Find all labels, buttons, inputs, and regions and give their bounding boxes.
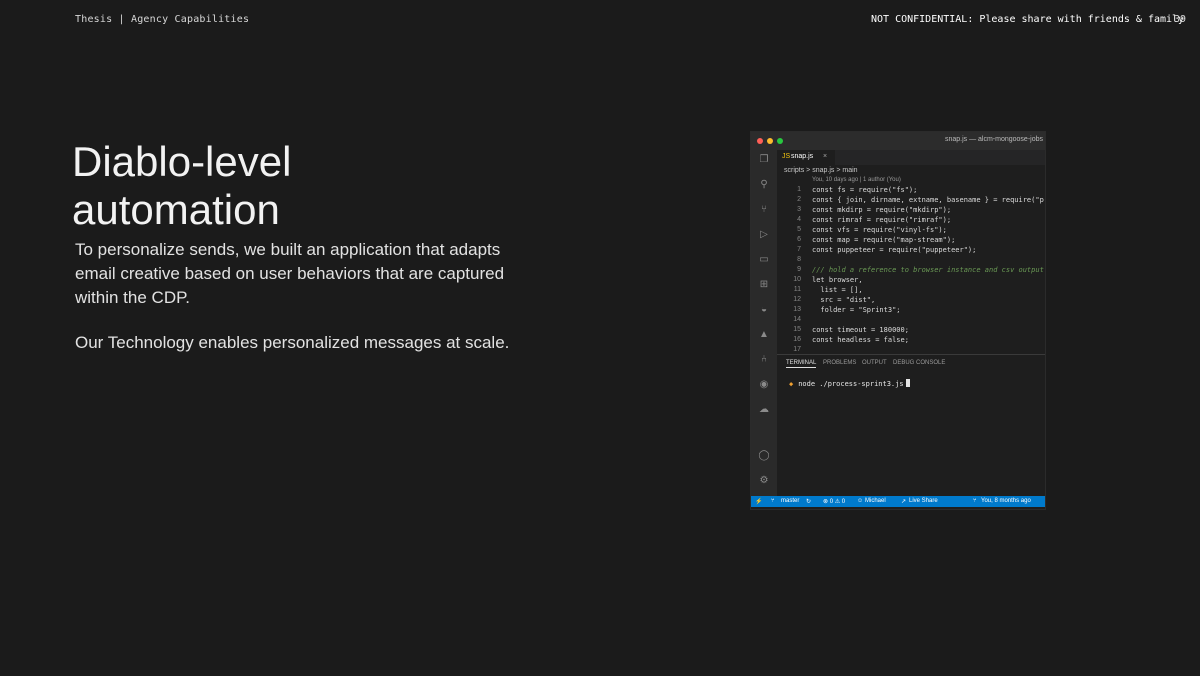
code-comment-line: /// hold a reference to browser instance… xyxy=(812,266,1044,274)
code-line: const map = require("map-stream"); xyxy=(812,236,956,244)
line-number: 11 xyxy=(793,286,801,293)
line-number: 10 xyxy=(793,276,801,283)
files-icon: ❐ xyxy=(759,154,769,165)
slide-title-line2: automation xyxy=(72,186,280,233)
status-user: Michael xyxy=(865,498,886,504)
slide-title: Diablo-level automation xyxy=(72,138,492,234)
window-title: snap.js — alcm-mongoose-jobs xyxy=(944,136,1043,143)
search-icon: ⚲ xyxy=(760,179,768,190)
code-line: const fs = require("fs"); xyxy=(812,186,918,194)
line-number: 8 xyxy=(797,256,801,263)
body-paragraph-1: To personalize sends, we built an applic… xyxy=(75,240,505,307)
tab-debug-console: DEBUG CONSOLE xyxy=(893,360,946,366)
status-blame-icon: ⑂ xyxy=(973,498,977,504)
line-number: 12 xyxy=(793,296,801,303)
line-number: 15 xyxy=(793,326,801,333)
sync-icon: ↻ xyxy=(806,499,812,505)
code-line: list = [], xyxy=(812,286,863,294)
header-left-label: Thesis | Agency Capabilities xyxy=(75,14,250,25)
source-control-icon: ⑂ xyxy=(761,204,767,215)
line-number: 5 xyxy=(797,226,801,233)
minimize-window-icon xyxy=(767,138,773,144)
line-number: 13 xyxy=(793,306,801,313)
remote-explorer-icon: ▭ xyxy=(759,254,769,265)
close-window-icon xyxy=(757,138,763,144)
code-area: 1 2 3 4 5 6 7 8 9 10 11 12 13 14 15 16 1… xyxy=(777,184,1045,354)
header-confidentiality-label: NOT CONFIDENTIAL: Please share with frie… xyxy=(871,14,1185,25)
line-number: 4 xyxy=(797,216,801,223)
line-number: 9 xyxy=(797,266,801,273)
terminal-panel: TERMINAL PROBLEMS OUTPUT DEBUG CONSOLE ◆… xyxy=(777,354,1045,497)
code-line: const { join, dirname, extname, basename… xyxy=(812,196,1044,204)
breadcrumb: scripts > snap.js > main xyxy=(784,167,858,174)
code-line: let browser, xyxy=(812,276,863,284)
account-icon: ◯ xyxy=(758,450,770,461)
docker-icon: ◒ xyxy=(760,304,768,315)
slide-title-line1: Diablo-level xyxy=(72,138,292,185)
code-line: const timeout = 180000; xyxy=(812,326,909,334)
terminal-prompt: ◆ node ./process-sprint3.js xyxy=(789,379,910,388)
status-bar: ⚡ ⑂ master ↻ ⊗ 0 ⚠ 0 ☺ Michael ↗ Live Sh… xyxy=(751,496,1045,507)
extensions-icon: ⊞ xyxy=(759,279,769,290)
run-debug-icon: ▷ xyxy=(760,229,768,240)
line-number: 16 xyxy=(793,336,801,343)
status-problems: ⊗ 0 ⚠ 0 xyxy=(823,499,846,505)
cloud-icon: ☁ xyxy=(759,404,769,415)
git-blame-annotation: You, 10 days ago | 1 author (You) xyxy=(812,177,901,183)
window-titlebar: snap.js — alcm-mongoose-jobs xyxy=(751,132,1045,150)
live-share-icon: ◉ xyxy=(759,379,769,390)
terminal-cursor xyxy=(905,379,910,387)
code-line: src = "dist", xyxy=(812,296,876,304)
line-number: 6 xyxy=(797,236,801,243)
azure-icon: ▲ xyxy=(759,329,769,340)
line-number: 1 xyxy=(797,186,801,193)
status-live-share: Live Share xyxy=(909,498,938,504)
code-line: const vfs = require("vinyl-fs"); xyxy=(812,226,947,234)
maximize-window-icon xyxy=(777,138,783,144)
page-number: 39 xyxy=(1174,14,1187,25)
line-number: 14 xyxy=(793,316,801,323)
line-number: 3 xyxy=(797,206,801,213)
code-line: const headless = false; xyxy=(812,336,909,344)
status-blame: You, 8 months ago xyxy=(981,498,1031,504)
code-line: const mkdirp = require("mkdirp"); xyxy=(812,206,952,214)
code-line: const rimraf = require("rimraf"); xyxy=(812,216,952,224)
tab-terminal: TERMINAL xyxy=(786,360,817,368)
tab-label: snap.js xyxy=(791,153,814,160)
js-file-icon: JS xyxy=(782,153,791,160)
user-icon: ☺ xyxy=(857,498,864,504)
line-number: 2 xyxy=(797,196,801,203)
line-number: 7 xyxy=(797,246,801,253)
line-number: 17 xyxy=(793,346,801,353)
terminal-prompt-icon: ◆ xyxy=(789,380,794,388)
settings-gear-icon: ⚙ xyxy=(759,475,769,486)
status-branch: master xyxy=(781,498,800,504)
tab-problems: PROBLEMS xyxy=(823,360,857,366)
remote-icon: ⚡ xyxy=(755,499,763,505)
tab-output: OUTPUT xyxy=(862,360,887,366)
editor-tab: JS snap.js × xyxy=(777,150,835,165)
activity-bar: ❐ ⚲ ⑂ ▷ ▭ ⊞ ◒ ▲ ⑃ ◉ ☁ ◯ ⚙ xyxy=(751,150,777,496)
git-graph-icon: ⑃ xyxy=(761,354,767,365)
terminal-command: node ./process-sprint3.js xyxy=(798,380,904,388)
code-editor-screenshot: snap.js — alcm-mongoose-jobs ❐ ⚲ ⑂ ▷ ▭ ⊞… xyxy=(750,131,1046,510)
editor-tab-bar: JS snap.js × xyxy=(777,150,1045,165)
code-line: const puppeteer = require("puppeteer"); xyxy=(812,246,977,254)
live-share-status-icon: ↗ xyxy=(901,499,907,505)
code-line: folder = "Sprint3"; xyxy=(812,306,901,314)
close-tab-icon: × xyxy=(823,153,828,160)
branch-icon: ⑂ xyxy=(771,498,775,504)
body-paragraph-2: Our Technology enables personalized mess… xyxy=(75,333,510,352)
